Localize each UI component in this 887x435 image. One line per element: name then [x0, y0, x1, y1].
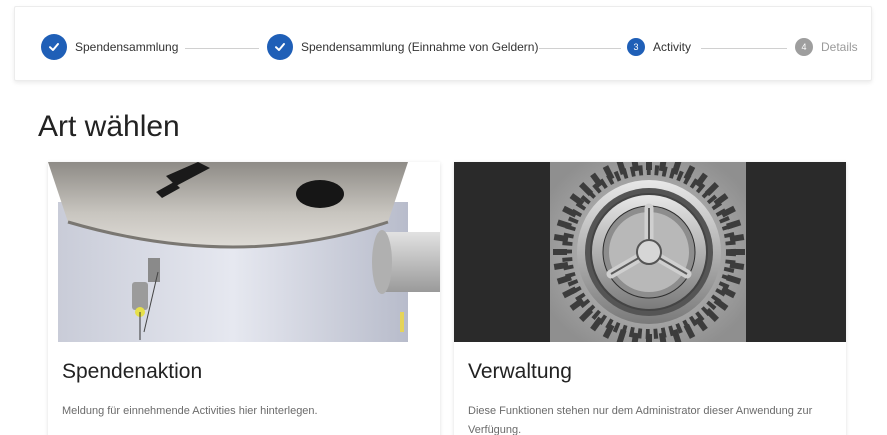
progress-stepper: Spendensammlung Spendensammlung (Einnahm… — [14, 6, 872, 81]
card-title: Verwaltung — [468, 360, 572, 383]
step-number: 4 — [795, 38, 813, 56]
step-label: Spendensammlung (Einnahme von Geldern) — [301, 40, 539, 54]
step-1[interactable]: Spendensammlung — [41, 33, 178, 61]
check-icon — [41, 34, 67, 60]
step-number: 3 — [627, 38, 645, 56]
step-connector — [701, 48, 787, 49]
step-2[interactable]: Spendensammlung (Einnahme von Geldern) — [267, 33, 538, 61]
step-label: Spendensammlung — [75, 40, 179, 54]
card-description: Meldung für einnehmende Activities hier … — [62, 405, 318, 417]
card-description: Diese Funktionen stehen nur dem Administ… — [468, 405, 813, 435]
page-title: Art wählen — [38, 110, 180, 143]
gear-image — [454, 162, 846, 342]
card-verwaltung[interactable]: Verwaltung Diese Funktionen stehen nur d… — [454, 162, 846, 435]
card-spendenaktion[interactable]: Spendenaktion Meldung für einnehmende Ac… — [48, 162, 440, 435]
step-3[interactable]: 3 Activity — [627, 33, 691, 61]
card-title: Spendenaktion — [62, 360, 203, 383]
step-label: Activity — [653, 40, 692, 54]
step-connector — [539, 48, 621, 49]
check-icon — [267, 34, 293, 60]
step-label: Details — [821, 40, 858, 54]
step-connector — [185, 48, 259, 49]
donation-box-image — [48, 162, 440, 342]
step-4: 4 Details — [795, 33, 858, 61]
